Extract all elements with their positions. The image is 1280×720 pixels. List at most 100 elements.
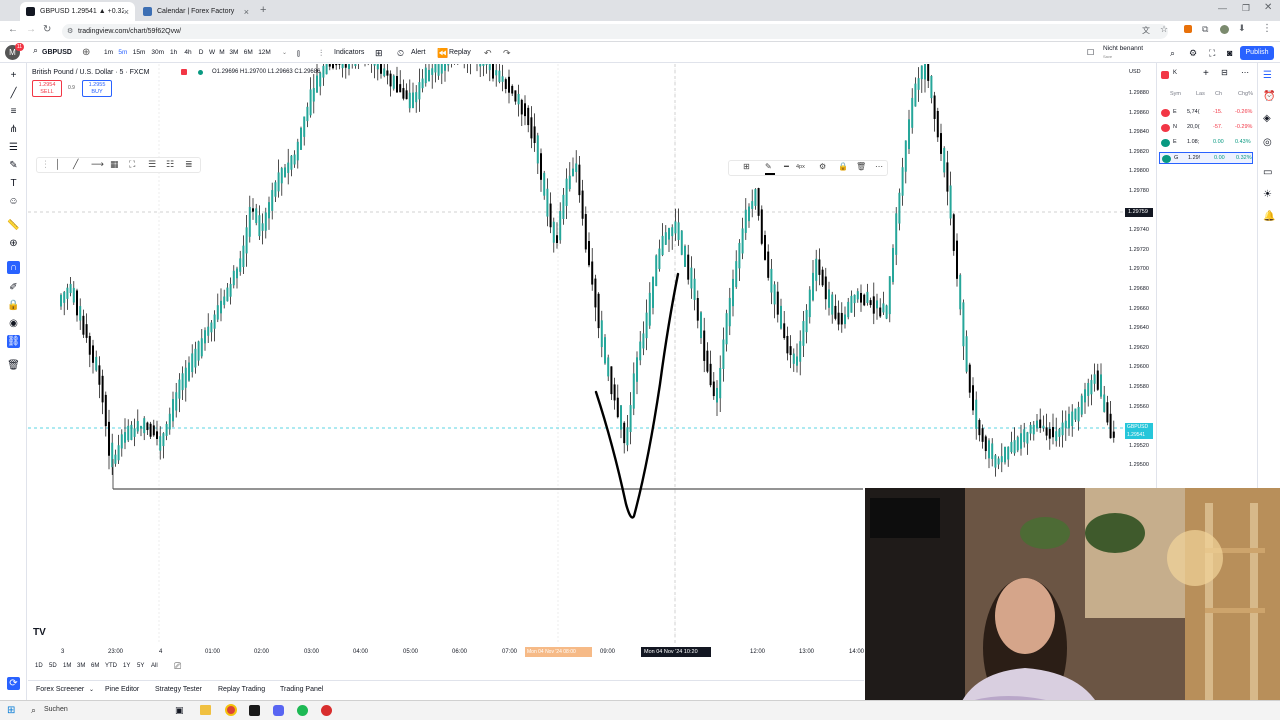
range-6m[interactable]: 6M xyxy=(91,663,99,669)
downloads-icon[interactable]: ⬇ xyxy=(1238,23,1246,34)
undo-icon[interactable]: ↶ xyxy=(484,46,492,60)
tab-forex-screener[interactable]: Forex Screener xyxy=(36,686,84,693)
zoom-in-icon[interactable]: ⊕ xyxy=(7,237,20,250)
alert-clock-icon[interactable]: ⏲ xyxy=(397,46,404,60)
watchlist-row[interactable]: G 1.29! 0.00 0.32% xyxy=(1159,152,1253,164)
chevron-down-icon[interactable]: ⌄ xyxy=(89,686,94,693)
watchlist-icon[interactable]: ☰ xyxy=(1263,70,1272,81)
tab-trading-panel[interactable]: Trading Panel xyxy=(280,686,323,693)
range-3m[interactable]: 3M xyxy=(77,663,85,669)
patterns-icon[interactable]: ☺ xyxy=(7,195,20,208)
watchlist-flag-icon[interactable] xyxy=(1161,71,1169,79)
col-change-pct[interactable]: Chg% xyxy=(1238,91,1253,97)
publish-button[interactable]: Publish xyxy=(1240,46,1274,60)
translate-icon[interactable]: 文 xyxy=(1142,25,1150,36)
menu-kebab-icon[interactable]: ⋮ xyxy=(1262,23,1272,34)
extensions-puzzle-icon[interactable]: ⧉ xyxy=(1202,24,1208,35)
layout-square-icon[interactable]: ☐ xyxy=(1087,46,1094,60)
indicators-icon[interactable]: ⫶ xyxy=(320,46,322,60)
trend-line-icon[interactable]: ╱ xyxy=(7,87,20,100)
pitchfork-icon[interactable]: ⋔ xyxy=(7,123,20,136)
layout-name-button[interactable]: Nicht benannt Save xyxy=(1103,45,1143,61)
horizontal-lines-icon[interactable]: ≡ xyxy=(7,105,20,118)
reload-icon[interactable]: ↻ xyxy=(43,24,51,35)
forward-icon[interactable]: → xyxy=(26,24,36,35)
range-ytd[interactable]: YTD xyxy=(105,663,117,669)
add-symbol-icon[interactable]: + xyxy=(1203,68,1209,79)
back-icon[interactable]: ← xyxy=(8,24,18,35)
goto-date-icon[interactable]: ⎚ xyxy=(174,661,181,672)
range-5d[interactable]: 5D xyxy=(49,663,57,669)
interval-dropdown-icon[interactable]: ⌄ xyxy=(282,46,287,60)
windows-start-icon[interactable]: ⊞ xyxy=(7,705,15,716)
browser-tab-forexfactory[interactable]: Calendar | Forex Factory × xyxy=(137,2,255,21)
extension-icon[interactable] xyxy=(1184,25,1192,33)
obs-recording-icon[interactable] xyxy=(321,705,332,716)
range-5y[interactable]: 5Y xyxy=(137,663,144,669)
fib-extension-tool-icon[interactable]: ☷ xyxy=(166,159,174,170)
watchlist-name[interactable]: K xyxy=(1173,70,1177,76)
hotlist-icon[interactable]: ◎ xyxy=(1263,137,1272,148)
more-options-icon[interactable]: ⋯ xyxy=(1241,68,1249,77)
close-tab-icon[interactable]: × xyxy=(244,7,249,17)
col-symbol[interactable]: Sym xyxy=(1170,91,1181,97)
symbol-legend-title[interactable]: British Pound / U.S. Dollar · 5 · FXCM xyxy=(32,69,149,76)
snapshot-camera-icon[interactable]: ◙ xyxy=(1227,46,1232,60)
levels-tool-icon[interactable]: ≣ xyxy=(185,159,193,170)
interval-30m[interactable]: 30m xyxy=(151,46,164,60)
trash-icon[interactable]: 🗑 xyxy=(7,359,20,372)
brush-icon[interactable]: ✎ xyxy=(7,159,20,172)
range-1m[interactable]: 1M xyxy=(63,663,71,669)
interval-1h[interactable]: 1h xyxy=(170,46,177,60)
templates-grid-icon[interactable]: ⊞ xyxy=(375,46,383,60)
interval-d[interactable]: D xyxy=(199,46,204,60)
lock-icon[interactable]: 🔒 xyxy=(7,299,20,312)
close-tab-icon[interactable]: × xyxy=(124,7,129,17)
col-change[interactable]: Ch xyxy=(1215,91,1222,97)
chrome-icon[interactable] xyxy=(225,704,237,716)
fib-retracement-icon[interactable]: ☰ xyxy=(7,141,20,154)
chart-type-candles-icon[interactable]: ⫾ xyxy=(297,46,300,60)
watchlist-row[interactable]: E 1.08; 0.00 0.43% xyxy=(1159,137,1253,149)
restore-icon[interactable]: ❐ xyxy=(1242,3,1250,14)
bookmark-star-icon[interactable]: ☆ xyxy=(1160,24,1168,35)
currency-label[interactable]: USD xyxy=(1129,69,1141,75)
tradingview-app-icon[interactable] xyxy=(249,705,260,716)
settings-gear-icon[interactable]: ⚙ xyxy=(1189,46,1197,60)
stay-in-drawing-icon[interactable]: ✐ xyxy=(7,281,20,294)
range-1d[interactable]: 1D xyxy=(35,663,43,669)
vertical-line-tool-icon[interactable]: │ xyxy=(55,159,61,169)
search-icon[interactable]: ⌕ xyxy=(33,45,38,56)
tab-strategy-tester[interactable]: Strategy Tester xyxy=(155,686,202,693)
tab-pine-editor[interactable]: Pine Editor xyxy=(105,686,139,693)
range-all[interactable]: All xyxy=(151,663,158,669)
taskbar-search[interactable]: Suchen xyxy=(44,706,68,713)
profile-avatar[interactable] xyxy=(1220,25,1229,34)
drag-handle-icon[interactable]: ⋮ xyxy=(41,159,50,170)
minimize-icon[interactable]: — xyxy=(1218,3,1227,13)
redo-icon[interactable]: ↷ xyxy=(503,46,511,60)
new-tab-icon[interactable]: + xyxy=(260,4,266,16)
buy-button[interactable]: 1.2955 BUY xyxy=(82,80,112,97)
fib-tool-icon[interactable]: ☰ xyxy=(148,159,156,170)
interval-15m[interactable]: 15m xyxy=(133,46,146,60)
text-tool-icon[interactable]: T xyxy=(7,177,20,190)
grid-tool-icon[interactable]: ▦ xyxy=(110,159,119,170)
file-explorer-icon[interactable] xyxy=(200,705,211,715)
task-view-icon[interactable]: ▣ xyxy=(175,705,184,716)
interval-w[interactable]: W xyxy=(209,46,215,60)
notifications-bell-icon[interactable]: 🔔 xyxy=(1263,211,1275,222)
chat-bubble-icon[interactable]: ▭ xyxy=(1263,167,1272,178)
col-last[interactable]: Las xyxy=(1196,91,1205,97)
watchlist-row[interactable]: N 20,0(-57. -0.29% xyxy=(1159,122,1253,134)
interval-12m[interactable]: 12M xyxy=(258,46,271,60)
settings-gear-icon[interactable]: ⚙ xyxy=(819,162,826,171)
site-info-icon[interactable]: ⚙ xyxy=(67,24,73,39)
range-1y[interactable]: 1Y xyxy=(123,663,130,669)
quick-search-icon[interactable]: ⌕ xyxy=(1170,46,1175,60)
line-style-icon[interactable]: ━ xyxy=(784,162,789,171)
sync-link-icon[interactable]: ⛓ xyxy=(7,335,20,348)
lock-drawing-icon[interactable]: 🔒 xyxy=(838,162,848,171)
hide-drawings-eye-icon[interactable]: ◉ xyxy=(7,317,20,330)
ruler-icon[interactable]: 📏 xyxy=(7,219,20,232)
